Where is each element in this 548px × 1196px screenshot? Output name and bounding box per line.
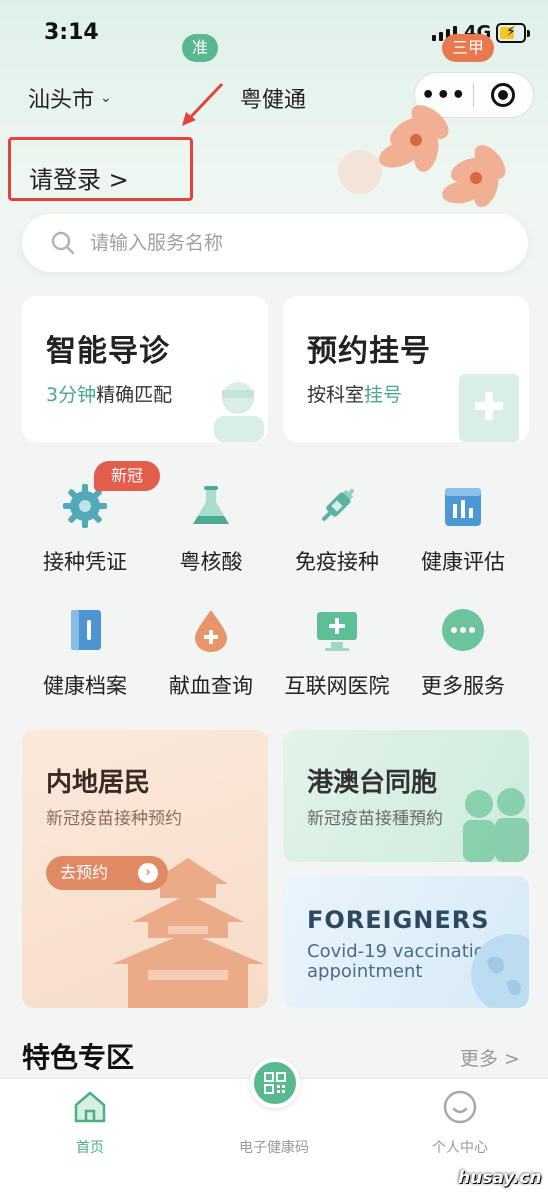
blood-drop-icon	[195, 610, 227, 652]
promo-subtitle: 新冠疫苗接種預約	[307, 809, 443, 829]
hk-macao-taiwan-card[interactable]: 港澳台同胞 新冠疫苗接種預約	[283, 730, 529, 862]
tab-label: 首页	[76, 1140, 104, 1156]
status-time: 3:14	[44, 20, 99, 45]
promo-title: FOREIGNERS	[307, 906, 490, 934]
card-title: 预约挂号	[307, 334, 431, 369]
service-label: 健康评估	[421, 550, 505, 574]
new-covid-tag: 新冠	[94, 461, 160, 491]
user-face-icon	[443, 1090, 477, 1124]
flask-icon	[193, 486, 229, 524]
service-label: 粤核酸	[179, 550, 243, 574]
smart-triage-card[interactable]: 智能导诊 3分钟精确匹配	[22, 296, 268, 442]
globe-illustration-icon	[471, 934, 529, 1008]
promo-subtitle: 新冠疫苗接种预约	[46, 809, 182, 829]
annotation-arrow-icon	[182, 82, 224, 126]
qr-code-button[interactable]	[250, 1058, 300, 1108]
search-icon	[51, 231, 75, 255]
section-title: 特色专区	[22, 1041, 135, 1074]
battery-icon: ⚡	[496, 23, 530, 43]
home-icon	[74, 1091, 106, 1123]
monitor-plus-icon	[317, 612, 357, 651]
qr-code-icon	[264, 1072, 286, 1094]
book-now-button[interactable]: 去预约 ›	[46, 856, 168, 890]
arrow-right-icon: ›	[138, 863, 158, 883]
appointment-card[interactable]: 预约挂号 按科室挂号	[283, 296, 529, 442]
service-label: 接种凭证	[43, 550, 127, 574]
service-label: 免疫接种	[295, 550, 379, 574]
tab-label: 个人中心	[432, 1140, 488, 1156]
service-label: 更多服务	[421, 674, 505, 698]
tab-label: 电子健康码	[239, 1140, 309, 1156]
promo-title: 内地居民	[46, 768, 151, 798]
card-subtitle: 按科室挂号	[307, 384, 403, 406]
foreigners-card[interactable]: FOREIGNERS Covid-19 vaccination appointm…	[283, 876, 529, 1008]
login-link[interactable]: 请登录 >	[8, 137, 193, 201]
service-label: 献血查询	[169, 674, 253, 698]
card-subtitle: 3分钟精确匹配	[46, 384, 173, 406]
notebook-icon	[71, 610, 101, 650]
people-illustration-icon	[463, 788, 529, 862]
syringe-icon	[321, 488, 355, 522]
chart-board-icon	[445, 488, 481, 526]
card-title: 智能导诊	[46, 334, 170, 369]
service-label: 互联网医院	[284, 674, 390, 698]
search-bar[interactable]	[22, 214, 528, 272]
city-name: 汕头市	[28, 88, 95, 113]
service-label: 健康档案	[43, 674, 127, 698]
clipboard-plus-icon	[459, 374, 519, 442]
mainland-resident-card[interactable]: 内地居民 新冠疫苗接种预约 去预约 ›	[22, 730, 268, 1008]
more-dots-icon	[442, 609, 484, 651]
doctor-illustration-icon	[214, 382, 264, 442]
chevron-down-icon: ⌄	[100, 90, 112, 106]
more-link[interactable]: 更多 >	[460, 1044, 520, 1071]
badge-zhun: 准	[182, 34, 219, 62]
promo-title: 港澳台同胞	[307, 768, 438, 798]
badge-sanjia: 三甲	[442, 34, 495, 62]
app-title: 粤健通	[240, 88, 307, 113]
flower-decoration-icon	[338, 105, 506, 208]
watermark: husay.cn	[458, 1168, 542, 1188]
city-selector[interactable]: 汕头市 ⌄	[28, 82, 112, 114]
search-input[interactable]	[90, 232, 470, 254]
